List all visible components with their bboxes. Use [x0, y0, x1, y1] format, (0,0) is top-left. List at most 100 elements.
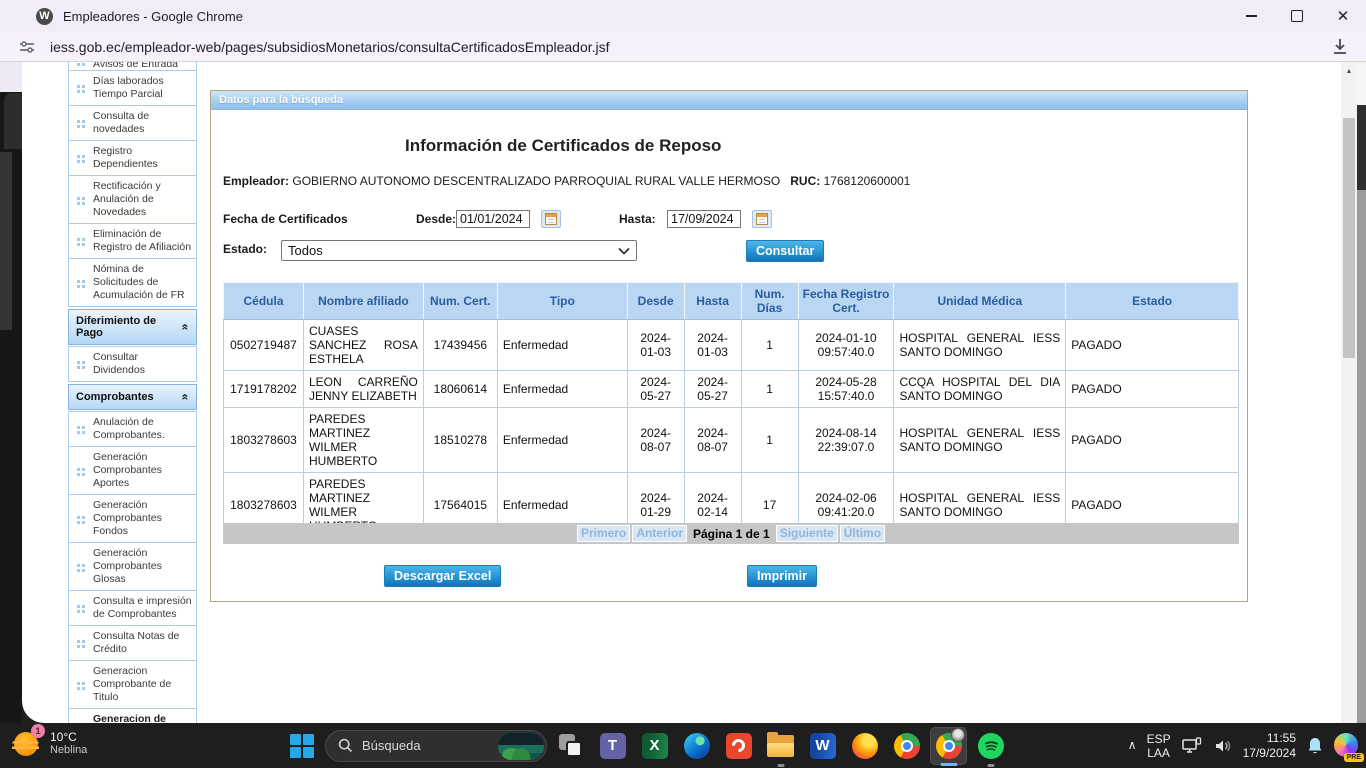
minimize-button[interactable]: [1228, 0, 1274, 32]
site-info-icon[interactable]: [18, 39, 36, 55]
grip-icon: [69, 466, 93, 476]
teams-icon: T: [600, 733, 626, 759]
running-indicator: [987, 764, 994, 767]
descargar-excel-button[interactable]: Descargar Excel: [384, 565, 501, 587]
taskbar-search[interactable]: Búsqueda: [325, 730, 547, 762]
network-icon[interactable]: [1181, 736, 1203, 756]
search-highlight-image[interactable]: [498, 733, 544, 760]
grip-icon: [69, 424, 93, 434]
cell-fecha-registro: 2024-05-28 15:57:40.0: [798, 371, 894, 408]
scroll-up-icon[interactable]: [1341, 64, 1357, 78]
scrollbar-thumb[interactable]: [1343, 118, 1355, 358]
cell-desde: 2024-08-07: [627, 408, 684, 473]
sidebar-item-generacion-aportes[interactable]: Generación Comprobantes Aportes: [68, 446, 197, 495]
calendar-icon[interactable]: [752, 210, 772, 228]
sidebar-item-generacion-glosas[interactable]: Generación Comprobantes Glosas: [68, 542, 197, 591]
sidebar-item-nomina-solicitudes[interactable]: Nómina de Solicitudes de Acumulación de …: [68, 258, 197, 307]
pagination-prev-button[interactable]: Anterior: [632, 525, 687, 542]
sidebar-item-rectificacion-anulacion[interactable]: Rectificación y Anulación de Novedades: [68, 175, 197, 224]
chrome-app-active[interactable]: [930, 727, 967, 765]
desde-input[interactable]: [456, 210, 530, 228]
cell-unidad-medica: HOSPITAL GENERAL IESS SANTO DOMINGO: [894, 320, 1066, 371]
weather-widget[interactable]: 1 10°C Neblina: [12, 728, 87, 758]
excel-app[interactable]: X: [636, 727, 673, 765]
pagination-next-button[interactable]: Siguiente: [776, 525, 838, 542]
hidden-icons-chevron[interactable]: ∧: [1128, 738, 1137, 752]
col-header-hasta[interactable]: Hasta: [684, 283, 741, 320]
grip-icon: [69, 359, 93, 369]
sidebar-item-notas-credito[interactable]: Consulta Notas de Crédito: [68, 625, 197, 661]
chrome-app[interactable]: [888, 727, 925, 765]
grip-icon: [69, 195, 93, 205]
cell-cedula: 1803278603: [224, 408, 304, 473]
grip-icon: [69, 83, 93, 93]
cell-estado: PAGADO: [1066, 371, 1239, 408]
speaker-icon[interactable]: [1213, 737, 1233, 755]
col-header-unidad-medica[interactable]: Unidad Médica: [894, 283, 1066, 320]
window-title: Empleadores - Google Chrome: [63, 9, 243, 24]
estado-filter-row: Estado: Todos Consultar: [211, 240, 1247, 262]
hasta-input[interactable]: [667, 210, 741, 228]
consultar-button[interactable]: Consultar: [746, 240, 824, 262]
sidebar-item-consulta-impresion[interactable]: Consulta e impresión de Comprobantes: [68, 590, 197, 626]
sidebar-item-consultar-dividendos[interactable]: Consultar Dividendos: [68, 346, 197, 382]
tray-time: 11:55: [1243, 731, 1296, 746]
col-header-num-cert[interactable]: Num. Cert.: [423, 283, 497, 320]
maximize-button[interactable]: [1274, 0, 1320, 32]
page-scrollbar[interactable]: [1341, 62, 1357, 723]
imprimir-button[interactable]: Imprimir: [747, 565, 817, 587]
sidebar-item-eliminacion-registro[interactable]: Eliminación de Registro de Afiliación: [68, 223, 197, 259]
sidebar-section-diferimiento[interactable]: Diferimiento de Pago«: [68, 309, 197, 345]
download-icon[interactable]: [1330, 37, 1350, 56]
sidebar-section-comprobantes[interactable]: Comprobantes«: [68, 384, 197, 410]
cell-cedula: 1719178202: [224, 371, 304, 408]
sidebar-item-generacion-fondos[interactable]: Generación Comprobantes Fondos: [68, 494, 197, 543]
grip-icon: [69, 638, 93, 648]
estado-select[interactable]: Todos: [281, 240, 637, 261]
col-header-fecha-registro[interactable]: Fecha Registro Cert.: [798, 283, 894, 320]
col-header-num-dias[interactable]: Num. Días: [741, 283, 798, 320]
task-view-button[interactable]: [552, 727, 589, 765]
sidebar-item-comprobantes-acuerdo[interactable]: Generacion de Comprobantes de Acuerdo: [68, 708, 197, 723]
close-button[interactable]: ✕: [1320, 0, 1366, 32]
grip-icon: [69, 118, 93, 128]
pdf-app[interactable]: [720, 727, 757, 765]
grip-icon: [69, 278, 93, 288]
col-header-desde[interactable]: Desde: [627, 283, 684, 320]
firefox-app[interactable]: [846, 727, 883, 765]
date-filter-row: Fecha de Certificados Desde: Hasta:: [211, 210, 1247, 230]
pagination-last-button[interactable]: Último: [840, 525, 885, 542]
language-indicator[interactable]: ESP LAA: [1147, 732, 1171, 760]
address-bar[interactable]: iess.gob.ec/empleador-web/pages/subsidio…: [50, 39, 610, 55]
copilot-pre-badge: PRE: [1344, 753, 1364, 762]
clock-widget[interactable]: 11:55 17/9/2024: [1243, 731, 1296, 761]
edge-app[interactable]: [678, 727, 715, 765]
start-button[interactable]: [283, 727, 320, 765]
word-icon: W: [810, 733, 836, 759]
weather-condition: Neblina: [50, 744, 87, 756]
col-header-nombre[interactable]: Nombre afiliado: [303, 283, 423, 320]
sidebar-item-registro-dependientes[interactable]: Registro Dependientes: [68, 140, 197, 176]
sidebar-item-comprobante-titulo[interactable]: Generacion Comprobante de Titulo: [68, 660, 197, 709]
word-app[interactable]: W: [804, 727, 841, 765]
profile-avatar-badge: [951, 728, 965, 742]
notification-badge: 1: [31, 724, 45, 738]
notification-bell-icon[interactable]: [1306, 736, 1324, 756]
panel-header: Datos para la búsqueda: [211, 91, 1247, 110]
pagination-first-button[interactable]: Primero: [577, 525, 630, 542]
sidebar-item-consulta-novedades[interactable]: Consulta de novedades: [68, 105, 197, 141]
ruc-label: RUC:: [790, 174, 820, 188]
sidebar-item-anulacion-comprobantes[interactable]: Anulación de Comprobantes.: [68, 411, 197, 447]
col-header-estado[interactable]: Estado: [1066, 283, 1239, 320]
teams-app[interactable]: T: [594, 727, 631, 765]
col-header-cedula[interactable]: Cédula: [224, 283, 304, 320]
file-explorer-app[interactable]: [762, 727, 799, 765]
sidebar-item-dias-laborados[interactable]: Días laborados Tiempo Parcial: [68, 70, 197, 106]
calendar-icon[interactable]: [541, 210, 561, 228]
copilot-button[interactable]: PRE: [1334, 733, 1360, 759]
spotify-app[interactable]: [972, 727, 1009, 765]
cell-unidad-medica: CCQA HOSPITAL DEL DIA SANTO DOMINGO: [894, 371, 1066, 408]
cell-tipo: Enfermedad: [497, 320, 627, 371]
language-top: ESP: [1147, 732, 1171, 746]
col-header-tipo[interactable]: Tipo: [497, 283, 627, 320]
